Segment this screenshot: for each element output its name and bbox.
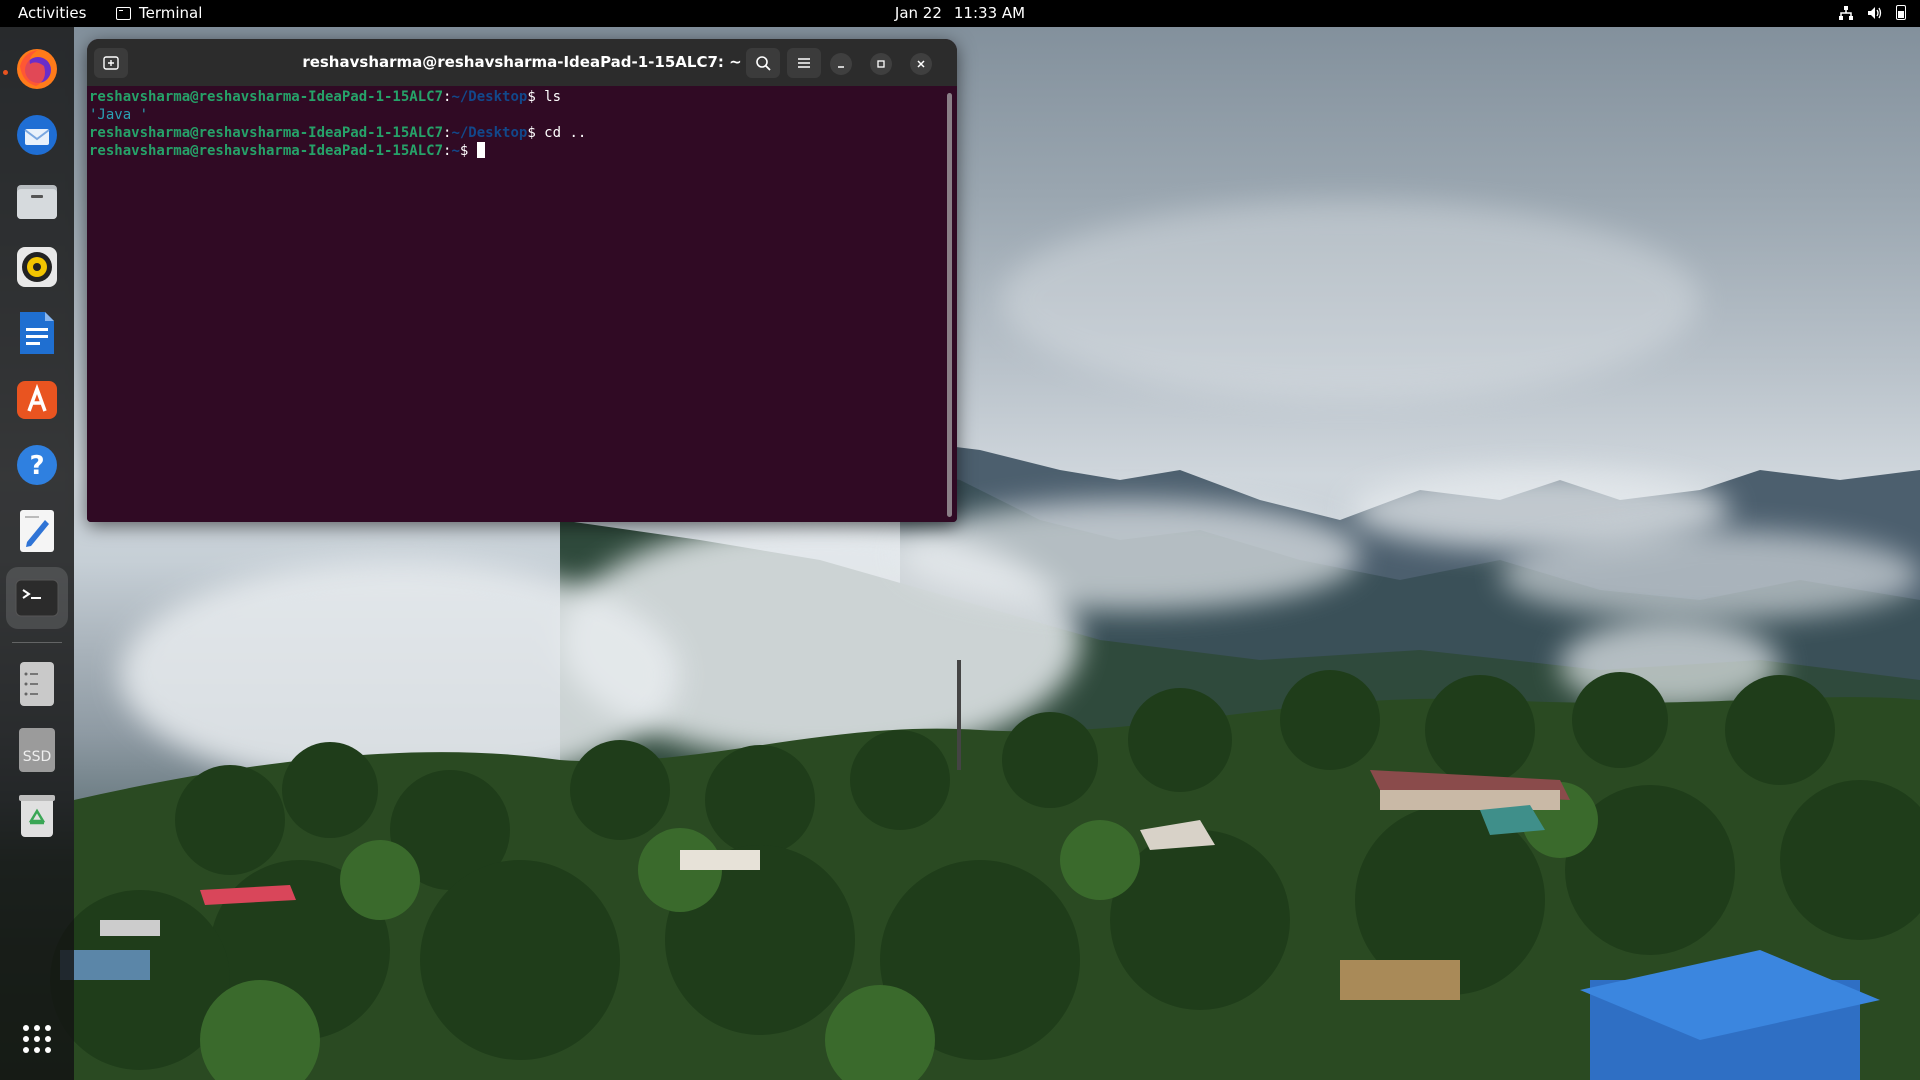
- close-button[interactable]: [910, 53, 932, 75]
- terminal-icon[interactable]: [6, 567, 68, 629]
- clock-date: Jan 22: [894, 4, 942, 22]
- battery-icon: [1896, 5, 1906, 20]
- running-indicator: [3, 70, 8, 75]
- network-icon: [1839, 5, 1853, 20]
- search-button[interactable]: [746, 48, 780, 78]
- volume-icon: [1868, 6, 1882, 19]
- menu-button[interactable]: [787, 48, 821, 78]
- svg-text:?: ?: [29, 451, 44, 481]
- drive-icon[interactable]: [13, 660, 61, 708]
- maximize-button[interactable]: [870, 53, 892, 75]
- minimize-icon: [838, 66, 844, 68]
- terminal-line: 'Java ': [89, 107, 149, 123]
- ssd-label: SSD: [23, 749, 52, 765]
- close-icon: [917, 60, 925, 68]
- text-editor-icon[interactable]: [13, 507, 61, 555]
- dock-separator: [12, 642, 62, 643]
- terminal-output[interactable]: reshavsharma@reshavsharma-IdeaPad-1-15AL…: [87, 86, 957, 522]
- system-tray[interactable]: [1839, 5, 1906, 20]
- software-icon[interactable]: [13, 375, 61, 423]
- terminal-line: reshavsharma@reshavsharma-IdeaPad-1-15AL…: [89, 125, 587, 141]
- dock: ? SSD: [0, 27, 74, 1080]
- ssd-icon[interactable]: SSD: [13, 726, 61, 774]
- hamburger-menu-icon: [798, 58, 810, 68]
- thunderbird-icon[interactable]: [13, 111, 61, 159]
- app-grid-icon[interactable]: [13, 1015, 61, 1063]
- top-bar: Activities Terminal Jan 22 11:33 AM: [0, 0, 1920, 27]
- files-icon[interactable]: [13, 177, 61, 225]
- title-bar[interactable]: reshavsharma@reshavsharma-IdeaPad-1-15AL…: [87, 39, 957, 86]
- clock[interactable]: Jan 22 11:33 AM: [0, 4, 1920, 22]
- minimize-button[interactable]: [830, 53, 852, 75]
- maximize-icon: [877, 60, 885, 68]
- terminal-window[interactable]: reshavsharma@reshavsharma-IdeaPad-1-15AL…: [87, 39, 957, 522]
- help-icon[interactable]: ?: [13, 441, 61, 489]
- scrollbar[interactable]: [947, 93, 952, 517]
- firefox-icon[interactable]: [13, 45, 61, 93]
- terminal-line: reshavsharma@reshavsharma-IdeaPad-1-15AL…: [89, 89, 562, 105]
- terminal-line: reshavsharma@reshavsharma-IdeaPad-1-15AL…: [89, 142, 957, 160]
- writer-icon[interactable]: [13, 309, 61, 357]
- window-title: reshavsharma@reshavsharma-IdeaPad-1-15AL…: [302, 53, 742, 71]
- clock-time: 11:33 AM: [953, 4, 1026, 22]
- trash-icon[interactable]: [13, 792, 61, 840]
- search-icon: [756, 56, 771, 71]
- text-cursor: [476, 142, 485, 158]
- rhythmbox-icon[interactable]: [13, 243, 61, 291]
